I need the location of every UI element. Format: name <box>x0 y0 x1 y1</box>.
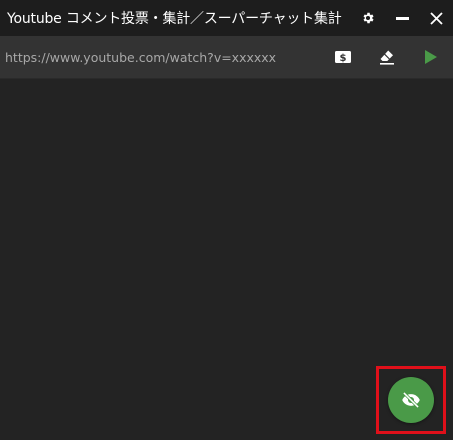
close-icon <box>429 11 443 25</box>
toggle-visibility-button[interactable] <box>388 377 434 423</box>
url-bar: $ <box>0 36 453 79</box>
settings-button[interactable] <box>351 0 385 36</box>
minimize-icon <box>395 16 409 20</box>
dollar-bill-icon: $ <box>335 51 351 64</box>
title-bar: Youtube コメント投票・集計／スーパーチャット集計 <box>0 0 453 36</box>
close-button[interactable] <box>419 0 453 36</box>
gear-icon <box>363 12 374 24</box>
start-button[interactable] <box>409 36 453 78</box>
video-url-input[interactable] <box>0 41 321 73</box>
superchat-button[interactable]: $ <box>321 36 365 78</box>
svg-text:$: $ <box>340 53 347 64</box>
eraser-icon <box>380 50 394 65</box>
minimize-button[interactable] <box>385 0 419 36</box>
clear-button[interactable] <box>365 36 409 78</box>
window-title: Youtube コメント投票・集計／スーパーチャット集計 <box>7 11 342 27</box>
eye-off-icon <box>402 391 420 409</box>
window-controls <box>351 0 453 36</box>
app-window: Youtube コメント投票・集計／スーパーチャット集計 https://www… <box>0 0 453 440</box>
play-icon <box>425 50 437 64</box>
